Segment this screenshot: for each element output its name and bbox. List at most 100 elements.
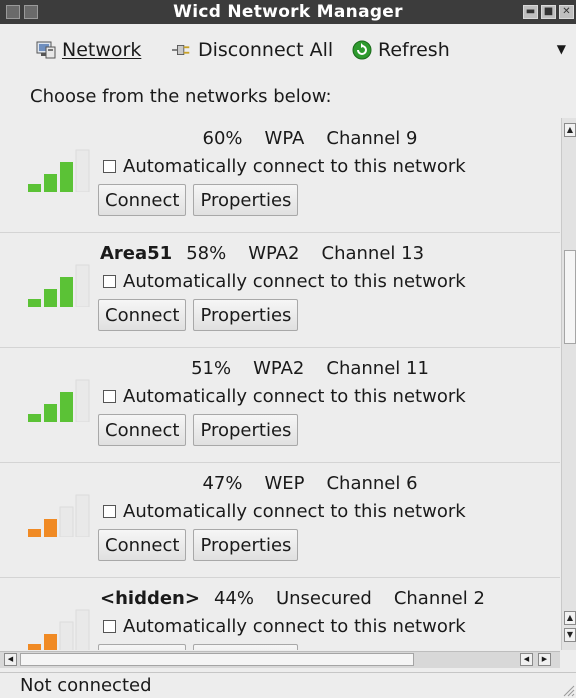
network-info: Area51 58% WPA2 Channel 13 [100, 243, 520, 264]
toolbar-overflow-chevron-down-icon[interactable]: ▼ [557, 42, 566, 56]
signal-bar [28, 644, 41, 650]
checkbox-box[interactable] [103, 275, 116, 288]
properties-button[interactable]: Properties [193, 529, 299, 561]
connect-button[interactable]: Connect [98, 529, 187, 561]
connect-button[interactable]: Connect [98, 644, 187, 650]
signal-bar [44, 174, 57, 192]
scroll-up-arrow-icon[interactable]: ▲ [564, 123, 576, 137]
network-actions: ConnectProperties [98, 414, 299, 446]
refresh-label: Refresh [378, 39, 450, 61]
network-row: <hidden> 44% Unsecured Channel 2 Automatical… [0, 578, 560, 650]
network-menu-label: Network [62, 39, 142, 61]
signal-bar [28, 184, 41, 192]
auto-connect-checkbox[interactable]: Automatically connect to this network [103, 501, 466, 522]
auto-connect-label: Automatically connect to this network [123, 271, 466, 292]
auto-connect-checkbox[interactable]: Automatically connect to this network [103, 616, 466, 637]
auto-connect-checkbox[interactable]: Automatically connect to this network [103, 271, 466, 292]
status-bar: Not connected [0, 672, 576, 698]
network-actions: Connect Properties [98, 644, 299, 650]
signal-bar [44, 519, 57, 537]
network-info: 51% WPA2 Channel 11 [100, 358, 520, 379]
disconnect-all-button[interactable]: Disconnect All [172, 36, 333, 64]
network-actions: ConnectProperties [98, 299, 299, 331]
network-actions: ConnectProperties [98, 529, 299, 561]
signal-bar [75, 264, 90, 307]
signal-bar [44, 404, 57, 422]
connect-button[interactable]: Connect [98, 299, 187, 331]
channel: Channel 9 [326, 128, 418, 149]
scroll-corner [561, 651, 576, 668]
maximize-icon[interactable]: ■ [541, 5, 556, 19]
disconnect-all-label: Disconnect All [198, 39, 334, 61]
signal-bar [28, 414, 41, 422]
scroll-left-arrow-icon[interactable]: ◀ [4, 653, 17, 666]
signal-bar [44, 289, 57, 307]
scroll-down-arrow-icon[interactable]: ▼ [564, 628, 576, 642]
vertical-scroll-thumb[interactable] [564, 250, 576, 344]
horizontal-scroll-thumb[interactable] [20, 653, 414, 666]
properties-button[interactable]: Properties [193, 184, 299, 216]
encryption-type: WPA2 [253, 358, 305, 379]
scroll-right-arrow-icon[interactable]: ▶ [538, 653, 551, 666]
properties-button[interactable]: Properties [193, 299, 299, 331]
checkbox-box[interactable] [103, 390, 116, 403]
signal-percent: 51% [191, 358, 232, 379]
network-menu-button[interactable]: Network [36, 36, 141, 64]
network-row: 60% WPA Channel 9 Automatically connect to … [0, 118, 560, 233]
signal-bar [59, 621, 74, 650]
checkbox-box[interactable] [103, 620, 116, 633]
signal-bar [75, 149, 90, 192]
channel: Channel 6 [326, 473, 418, 494]
signal-bar [60, 162, 73, 192]
encryption-type: WPA2 [248, 243, 300, 264]
connection-status: Not connected [20, 675, 152, 696]
resize-grip-icon[interactable] [561, 683, 575, 697]
connect-button[interactable]: Connect [98, 184, 187, 216]
network-essid: Area51 [100, 243, 173, 264]
signal-strength-icon [28, 149, 90, 192]
minimize-icon[interactable]: ▬ [523, 5, 538, 19]
signal-bar [60, 392, 73, 422]
refresh-button[interactable]: Refresh [352, 36, 450, 64]
checkbox-box[interactable] [103, 505, 116, 518]
signal-bar [75, 379, 90, 422]
channel: Channel 13 [321, 243, 425, 264]
scroll-left-arrow-right-icon[interactable]: ◀ [520, 653, 533, 666]
signal-bar [60, 277, 73, 307]
signal-bar [75, 494, 90, 537]
network-list[interactable]: 60% WPA Channel 9 Automatically connect to … [0, 118, 560, 650]
networks-prompt: Choose from the networks below: [30, 86, 332, 107]
signal-bar [44, 634, 57, 650]
network-info: 60% WPA Channel 9 [100, 128, 520, 149]
auto-connect-label: Automatically connect to this network [123, 156, 466, 177]
signal-bar [28, 529, 41, 537]
auto-connect-label: Automatically connect to this network [123, 386, 466, 407]
encryption-type: WPA [264, 128, 305, 149]
checkbox-box[interactable] [103, 160, 116, 173]
network-actions: ConnectProperties [98, 184, 299, 216]
toolbar: Network Disconnect All Refresh ▼ [0, 24, 576, 80]
signal-percent: 60% [202, 128, 243, 149]
channel: Channel 11 [326, 358, 429, 379]
auto-connect-checkbox[interactable]: Automatically connect to this network [103, 156, 466, 177]
network-row: Area51 58% WPA2 Channel 13 Automatically con… [0, 233, 560, 348]
horizontal-scrollbar[interactable]: ◀ ◀ ▶ [0, 651, 560, 668]
plug-icon [172, 40, 192, 60]
scroll-up-arrow-bottom-icon[interactable]: ▲ [564, 611, 576, 625]
network-info: <hidden> 44% Unsecured Channel 2 [100, 588, 520, 609]
signal-strength-icon [28, 609, 90, 650]
network-row: 47% WEP Channel 6 Automatically connect to … [0, 463, 560, 578]
close-icon[interactable]: ✕ [559, 5, 574, 19]
network-row: 51% WPA2 Channel 11 Automatically connect t… [0, 348, 560, 463]
properties-button[interactable]: Properties [193, 414, 299, 446]
vertical-scrollbar[interactable]: ▲ ▲ ▼ [561, 118, 576, 650]
connect-button[interactable]: Connect [98, 414, 187, 446]
title-bar[interactable]: Wicd Network Manager ▬ ■ ✕ [0, 0, 576, 24]
encryption-type: Unsecured [275, 588, 372, 609]
encryption-type: WEP [264, 473, 305, 494]
auto-connect-checkbox[interactable]: Automatically connect to this network [103, 386, 466, 407]
signal-percent: 44% [213, 588, 254, 609]
properties-button[interactable]: Properties [193, 644, 299, 650]
channel: Channel 2 [393, 588, 485, 609]
signal-strength-icon [28, 379, 90, 422]
